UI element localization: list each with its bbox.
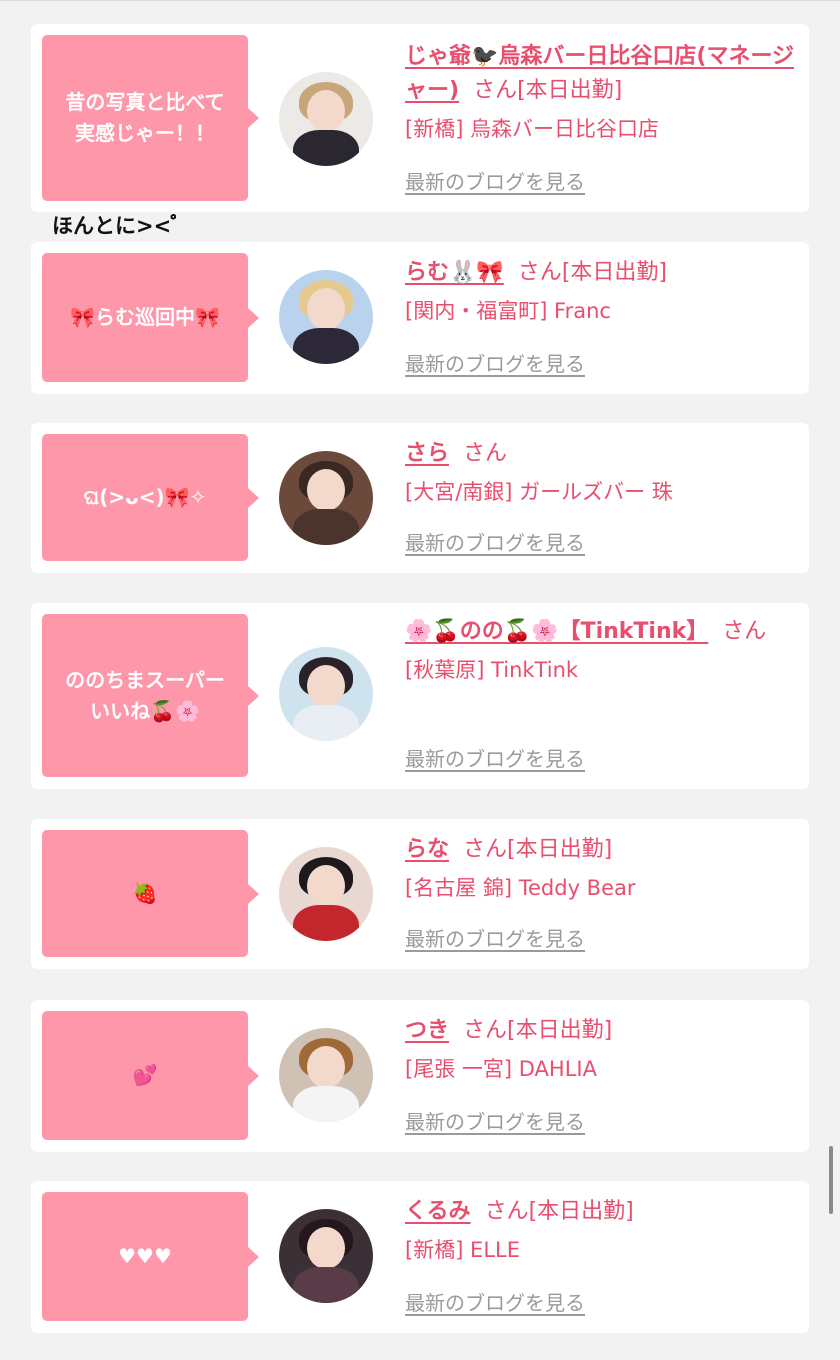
status-badge: [本日出勤] [528,1199,634,1224]
comment-text: ଘ(>ᴗ<)🎀✧ [83,485,207,509]
avatar-man-in-suit-icon[interactable] [279,72,373,166]
latest-blog-link[interactable]: 最新のブログを見る [405,745,585,773]
comment-text: ののちまスーパー いいね🍒🌸 [65,667,225,723]
comment-bubble: 💕 [42,1011,259,1140]
name-line: じゃ爺🐦‍⬛烏森バー日比谷口店(マネージャー) さん[本日出勤] [405,40,800,108]
avatar-blonde-girl-icon[interactable] [279,270,373,364]
shop-label: [秋葉原] TinkTink [405,658,579,682]
list-item: ଘ(>ᴗ<)🎀✧ さら さん [大宮/南銀] ガールズバー 珠 最新のブログを見る [31,423,809,573]
cast-name-link[interactable]: さら [405,441,449,466]
comment-bubble: ଘ(>ᴗ<)🎀✧ [42,434,259,561]
cast-info: くるみ さん[本日出勤] [新橋] ELLE 最新のブログを見る [405,1195,800,1315]
comment-text: 🍓 [132,881,158,905]
honorific: さん [484,1199,529,1224]
cast-name-link[interactable]: 🌸🍒のの🍒🌸【TinkTink】 [405,619,708,644]
top-divider [0,0,840,1]
comment-bubble: ののちまスーパー いいね🍒🌸 [42,614,259,777]
honorific: さん [463,837,508,862]
latest-blog-link[interactable]: 最新のブログを見る [405,925,585,953]
latest-blog-link[interactable]: 最新のブログを見る [405,1108,585,1136]
status-badge: [本日出勤] [507,1018,613,1043]
avatar-cat-ear-girl-icon[interactable] [279,1209,373,1303]
shop-label: [大宮/南銀] ガールズバー 珠 [405,480,673,504]
list-item: 昔の写真と比べて 実感じゃー！！ じゃ爺🐦‍⬛烏森バー日比谷口店(マネージャー)… [31,24,809,212]
status-badge: [本日出勤] [561,260,667,285]
avatar-dog-filter-girl-icon[interactable] [279,1028,373,1122]
name-line: くるみ さん[本日出勤] [405,1195,800,1229]
name-line: つき さん[本日出勤] [405,1014,800,1048]
comment-bubble: 🎀らむ巡回中🎀 [42,253,259,382]
shop-label: [新橋] ELLE [405,1238,520,1262]
comment-text: 昔の写真と比べて 実感じゃー！！ [65,90,225,145]
honorific: さん [722,619,767,644]
cast-info: 🌸🍒のの🍒🌸【TinkTink】 さん [秋葉原] TinkTink 最新のブログ… [405,615,800,771]
shop-label: [尾張 一宮] DAHLIA [405,1057,597,1081]
honorific: さん [473,78,518,103]
list-item: 🍓 らな さん[本日出勤] [名古屋 錦] Teddy Bear 最新のブログを見… [31,819,809,969]
avatar-cat-filter-girl-icon[interactable] [279,451,373,545]
comment-bubble: 🍓 [42,830,259,957]
comment-bubble: ♥︎♥︎♥︎ [42,1192,259,1321]
shop-label: [関内・福富町] Franc [405,299,611,323]
cast-name-link[interactable]: くるみ [405,1199,471,1224]
cast-name-link[interactable]: つき [405,1018,449,1043]
scrollbar[interactable] [829,1146,833,1214]
cast-info: さら さん [大宮/南銀] ガールズバー 珠 最新のブログを見る [405,437,800,555]
cast-info: つき さん[本日出勤] [尾張 一宮] DAHLIA 最新のブログを見る [405,1014,800,1134]
cast-info: じゃ爺🐦‍⬛烏森バー日比谷口店(マネージャー) さん[本日出勤] [新橋] 烏森バ… [405,40,800,194]
between-note: ほんとに>< ゚゚ [52,214,176,238]
status-badge: [本日出勤] [517,78,623,103]
cast-info: らむ🐰🎀 さん[本日出勤] [関内・福富町] Franc 最新のブログを見る [405,256,800,376]
list-item: 💕 つき さん[本日出勤] [尾張 一宮] DAHLIA 最新のブログを見る [31,1000,809,1152]
avatar-girl-red-outfit-icon[interactable] [279,847,373,941]
cast-name-link[interactable]: らむ🐰🎀 [405,260,504,285]
list-item: ののちまスーパー いいね🍒🌸 🌸🍒のの🍒🌸【TinkTink】 さん [秋葉原] … [31,603,809,789]
comment-text: ♥︎♥︎♥︎ [118,1244,172,1268]
cast-name-link[interactable]: らな [405,837,449,862]
honorific: さん [463,441,508,466]
comment-bubble: 昔の写真と比べて 実感じゃー！！ [42,35,259,201]
cast-info: らな さん[本日出勤] [名古屋 錦] Teddy Bear 最新のブログを見る [405,833,800,951]
honorific: さん [517,260,562,285]
shop-label: [名古屋 錦] Teddy Bear [405,876,636,900]
name-line: らむ🐰🎀 さん[本日出勤] [405,256,800,290]
name-line: さら さん [405,437,800,471]
latest-blog-link[interactable]: 最新のブログを見る [405,529,585,557]
list-item: ♥︎♥︎♥︎ くるみ さん[本日出勤] [新橋] ELLE 最新のブログを見る [31,1181,809,1333]
name-line: 🌸🍒のの🍒🌸【TinkTink】 さん [405,615,800,649]
name-line: らな さん[本日出勤] [405,833,800,867]
comment-text: 🎀らむ巡回中🎀 [70,305,220,329]
honorific: さん [463,1018,508,1043]
comment-text: 💕 [132,1063,158,1087]
latest-blog-link[interactable]: 最新のブログを見る [405,350,585,378]
status-badge: [本日出勤] [507,837,613,862]
avatar-idol-girl-icon[interactable] [279,647,373,741]
latest-blog-link[interactable]: 最新のブログを見る [405,168,585,196]
list-item: 🎀らむ巡回中🎀 らむ🐰🎀 さん[本日出勤] [関内・福富町] Franc 最新のブ… [31,242,809,394]
latest-blog-link[interactable]: 最新のブログを見る [405,1289,585,1317]
shop-label: [新橋] 烏森バー日比谷口店 [405,117,660,141]
